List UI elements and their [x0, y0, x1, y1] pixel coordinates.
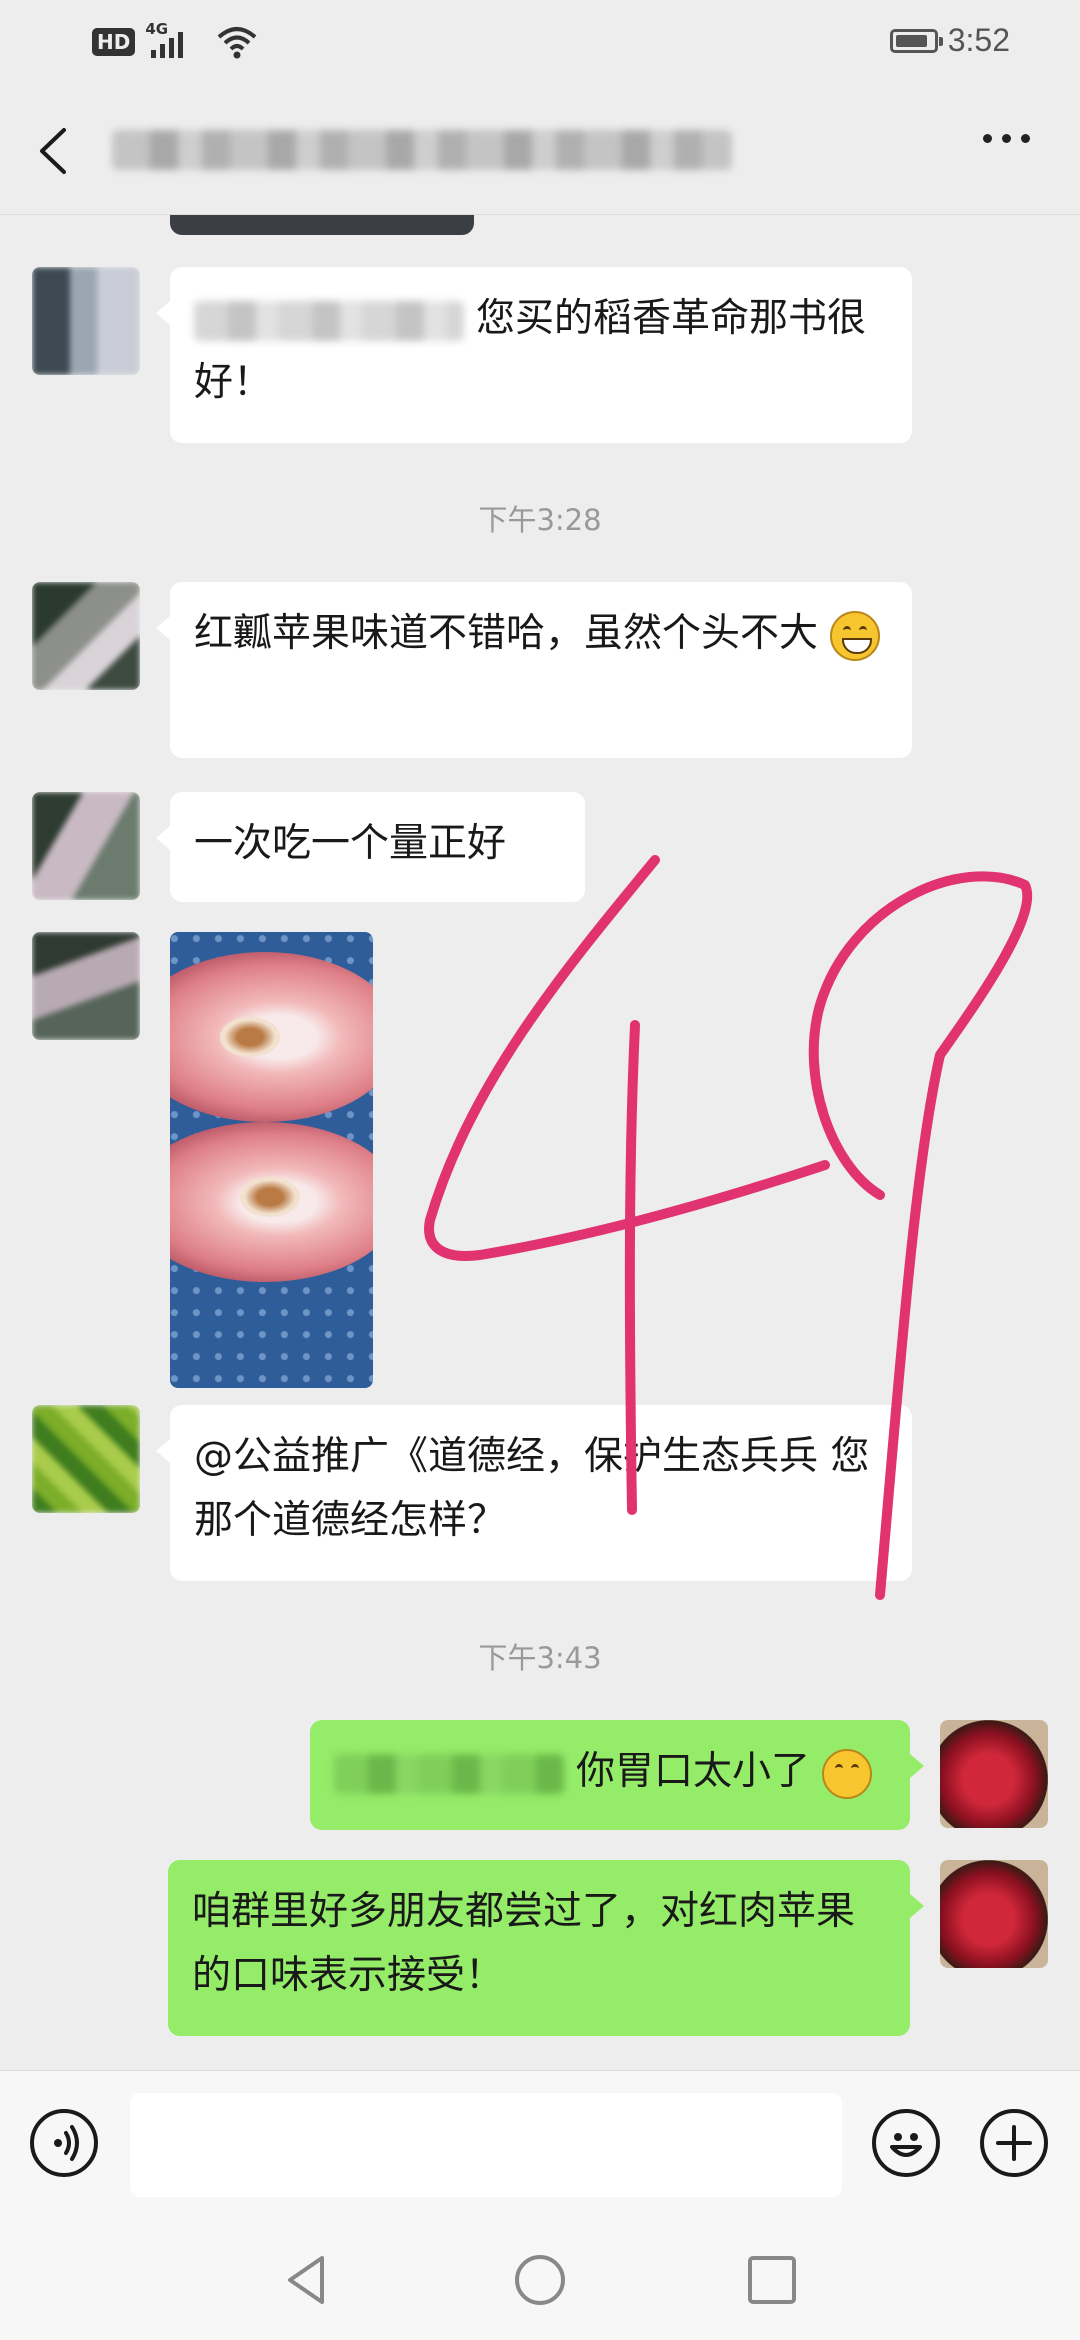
input-bar	[0, 2070, 1080, 2221]
mention-redacted	[194, 300, 464, 341]
grinning-emoji-icon	[830, 610, 881, 661]
back-button[interactable]	[30, 124, 80, 178]
apple-core	[240, 1177, 300, 1217]
cellular-signal-icon: 4G	[145, 20, 207, 62]
message-input[interactable]	[130, 2093, 842, 2197]
nav-back-icon[interactable]	[278, 2250, 338, 2310]
chevron-left-icon	[40, 128, 66, 174]
apple-photo[interactable]	[170, 932, 373, 1388]
message-bubble[interactable]: 咱群里好多朋友都尝过了，对红肉苹果的口味表示接受！	[168, 1860, 924, 2036]
avatar[interactable]	[32, 792, 140, 900]
message-bubble[interactable]: 您买的稻香革命那书很好！	[156, 267, 912, 443]
more-button[interactable]	[983, 134, 1030, 143]
chat-header	[0, 86, 1080, 215]
system-nav-bar	[0, 2220, 1080, 2340]
avatar[interactable]	[32, 932, 140, 1040]
message-text: @公益推广《道德经，保护生态兵兵 您那个道德经怎样？	[194, 1434, 870, 1543]
more-dot	[983, 134, 992, 143]
my-avatar[interactable]	[940, 1720, 1048, 1828]
apple-core	[220, 1017, 280, 1057]
nav-recents-icon[interactable]	[742, 2250, 802, 2310]
voice-icon	[54, 2125, 79, 2161]
wifi-icon	[218, 27, 257, 59]
nav-home-icon[interactable]	[510, 2250, 570, 2310]
timestamp: 下午3:28	[478, 503, 602, 537]
message-text: 你胃口太小了	[576, 1749, 811, 1794]
avatar[interactable]	[32, 582, 140, 690]
more-dot	[1021, 134, 1030, 143]
avatar[interactable]	[32, 267, 140, 375]
message-text: 咱群里好多朋友都尝过了，对红肉苹果的口味表示接受！	[192, 1889, 856, 1998]
hd-badge: HD	[92, 28, 136, 56]
previous-image-message[interactable]	[170, 215, 474, 235]
chat-area[interactable]: 您买的稻香革命那书很好！ 下午3:28 红瓤苹果味道不错哈，虽然个头不大 一次吃…	[0, 215, 1080, 2070]
status-left: HD 4G	[92, 20, 257, 62]
message-bubble[interactable]: 红瓤苹果味道不错哈，虽然个头不大	[156, 582, 912, 758]
message-bubble[interactable]: @公益推广《道德经，保护生态兵兵 您那个道德经怎样？	[156, 1405, 912, 1581]
status-bar: HD 4G 3:52	[0, 0, 1080, 86]
avatar[interactable]	[32, 1405, 140, 1513]
message-bubble[interactable]: 一次吃一个量正好	[156, 792, 585, 902]
voice-button[interactable]	[30, 2109, 98, 2177]
timestamp: 下午3:43	[478, 1641, 602, 1675]
status-right: 3:52	[889, 22, 1010, 59]
thinking-emoji-icon	[822, 1748, 873, 1799]
message-text: 一次吃一个量正好	[194, 821, 507, 866]
plus-icon	[996, 2125, 1032, 2161]
message-text: 红瓤苹果味道不错哈，虽然个头不大	[194, 611, 819, 656]
message-bubble[interactable]: 你胃口太小了	[310, 1720, 924, 1830]
more-dot	[1002, 134, 1011, 143]
chat-title-redacted	[112, 130, 732, 170]
battery-icon	[889, 28, 943, 53]
mention-redacted	[334, 1753, 564, 1794]
my-avatar[interactable]	[940, 1860, 1048, 1968]
status-time: 3:52	[947, 22, 1010, 58]
emoji-icon	[890, 2133, 922, 2157]
emoji-button[interactable]	[872, 2109, 940, 2177]
plus-button[interactable]	[980, 2109, 1048, 2177]
